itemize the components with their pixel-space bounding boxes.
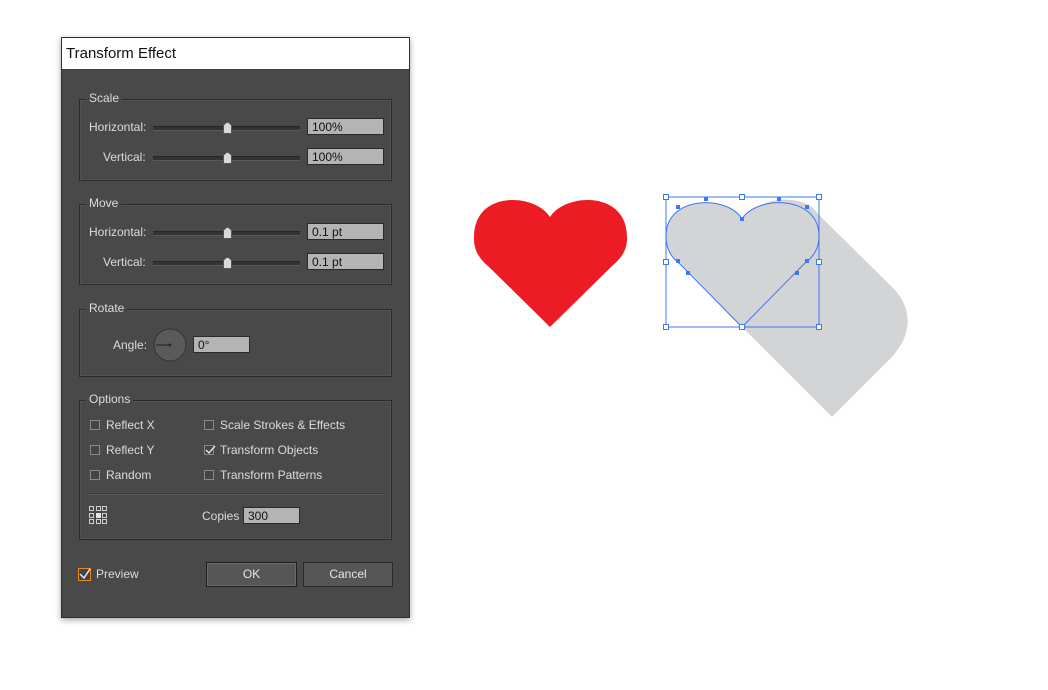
transformed-heart-copies[interactable] <box>666 199 908 417</box>
red-heart[interactable] <box>474 199 627 327</box>
artboard <box>474 194 908 417</box>
